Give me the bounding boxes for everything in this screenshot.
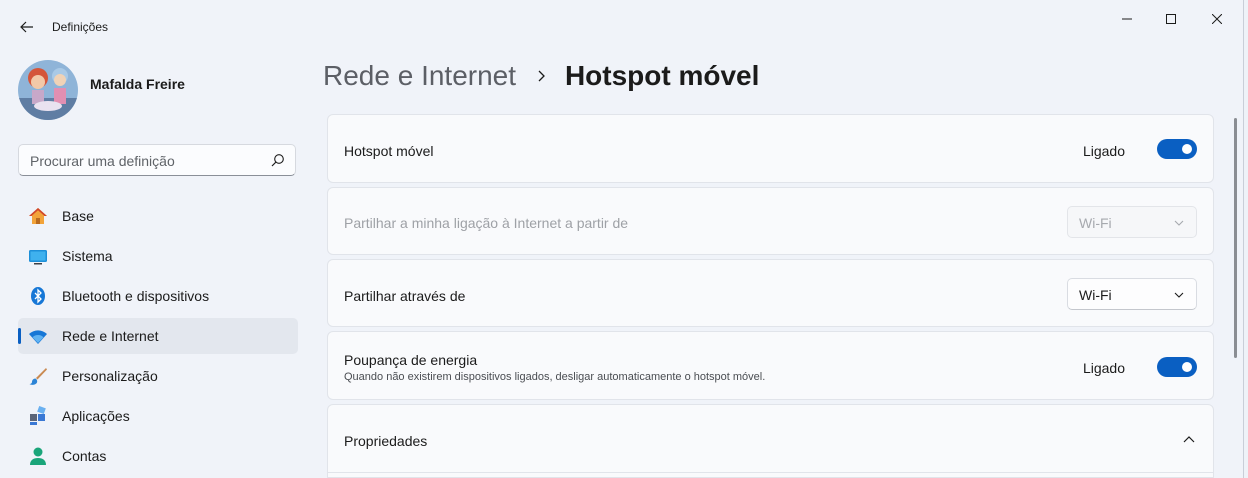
sidebar-item-label: Base bbox=[62, 208, 94, 224]
share-over-card: Partilhar através de Wi-Fi bbox=[327, 259, 1214, 327]
power-saving-title: Poupança de energia bbox=[344, 352, 478, 368]
avatar bbox=[18, 60, 78, 120]
close-icon bbox=[1212, 14, 1222, 24]
properties-title: Propriedades bbox=[344, 433, 428, 449]
search-placeholder: Procurar uma definição bbox=[30, 153, 175, 169]
share-from-value: Wi-Fi bbox=[1079, 215, 1112, 231]
breadcrumb: Rede e Internet Hotspot móvel bbox=[323, 60, 759, 100]
active-indicator bbox=[18, 328, 21, 344]
chevron-down-icon bbox=[1174, 220, 1184, 226]
home-icon bbox=[29, 208, 47, 224]
chevron-up-icon[interactable] bbox=[1183, 435, 1195, 443]
title-bar: Definições bbox=[0, 0, 1243, 52]
user-name: Mafalda Freire bbox=[90, 76, 185, 92]
settings-window: Definições Mafalda Freire Procurar uma d… bbox=[0, 0, 1244, 478]
hotspot-title: Hotspot móvel bbox=[344, 143, 434, 159]
sidebar-item-accounts[interactable]: Contas bbox=[18, 438, 298, 474]
divider bbox=[328, 472, 1213, 473]
close-button[interactable] bbox=[1194, 4, 1240, 34]
sidebar-item-label: Contas bbox=[62, 448, 107, 464]
avatar-image bbox=[18, 60, 78, 120]
account-icon bbox=[30, 447, 46, 465]
sidebar-item-bluetooth[interactable]: Bluetooth e dispositivos bbox=[18, 278, 298, 314]
back-button[interactable] bbox=[14, 14, 40, 40]
hotspot-card: Hotspot móvel Ligado bbox=[327, 114, 1214, 183]
sidebar-item-base[interactable]: Base bbox=[18, 198, 298, 234]
minimize-button[interactable] bbox=[1104, 4, 1150, 34]
properties-card[interactable]: Propriedades bbox=[327, 404, 1214, 478]
chevron-right-icon bbox=[539, 70, 546, 82]
share-over-select[interactable]: Wi-Fi bbox=[1067, 278, 1197, 310]
search-input[interactable]: Procurar uma definição bbox=[18, 144, 296, 176]
sidebar-item-label: Sistema bbox=[62, 248, 113, 264]
maximize-button[interactable] bbox=[1148, 4, 1194, 34]
breadcrumb-parent[interactable]: Rede e Internet bbox=[323, 60, 516, 91]
page-title: Hotspot móvel bbox=[564, 60, 760, 91]
share-from-title: Partilhar a minha ligação à Internet a p… bbox=[344, 215, 629, 231]
sidebar-item-personalization[interactable]: Personalização bbox=[18, 358, 298, 394]
hotspot-state: Ligado bbox=[1082, 143, 1125, 159]
chevron-down-icon bbox=[1174, 292, 1184, 298]
scrollbar[interactable] bbox=[1234, 118, 1237, 358]
share-over-value: Wi-Fi bbox=[1079, 287, 1112, 303]
share-from-card: Partilhar a minha ligação à Internet a p… bbox=[327, 187, 1214, 255]
maximize-icon bbox=[1166, 14, 1176, 24]
power-saving-state: Ligado bbox=[1082, 360, 1125, 376]
share-over-title: Partilhar através de bbox=[344, 288, 466, 304]
sidebar-item-network[interactable]: Rede e Internet bbox=[18, 318, 298, 354]
hotspot-toggle[interactable] bbox=[1157, 139, 1197, 159]
sidebar-item-label: Aplicações bbox=[62, 408, 130, 424]
power-saving-card: Poupança de energia Quando não existirem… bbox=[327, 331, 1214, 400]
power-saving-description: Quando não existirem dispositivos ligado… bbox=[344, 371, 766, 383]
sidebar-nav: Base Sistema Bluetooth e dispositivos Re bbox=[18, 198, 298, 478]
wifi-icon bbox=[29, 330, 47, 344]
sidebar-item-label: Personalização bbox=[62, 368, 158, 384]
brush-icon bbox=[29, 368, 47, 385]
system-icon bbox=[29, 250, 47, 265]
app-title: Definições bbox=[52, 20, 109, 34]
toggle-knob bbox=[1182, 362, 1192, 372]
minimize-icon bbox=[1122, 18, 1132, 20]
search-icon[interactable] bbox=[271, 153, 285, 167]
back-arrow-icon bbox=[20, 21, 33, 33]
toggle-knob bbox=[1182, 144, 1192, 154]
sidebar-item-apps[interactable]: Aplicações bbox=[18, 398, 298, 434]
bluetooth-icon bbox=[31, 287, 45, 305]
sidebar-item-label: Rede e Internet bbox=[62, 328, 159, 344]
apps-icon bbox=[30, 406, 46, 425]
sidebar-item-label: Bluetooth e dispositivos bbox=[62, 288, 210, 304]
power-saving-toggle[interactable] bbox=[1157, 357, 1197, 377]
share-from-select: Wi-Fi bbox=[1067, 206, 1197, 238]
sidebar-item-system[interactable]: Sistema bbox=[18, 238, 298, 274]
